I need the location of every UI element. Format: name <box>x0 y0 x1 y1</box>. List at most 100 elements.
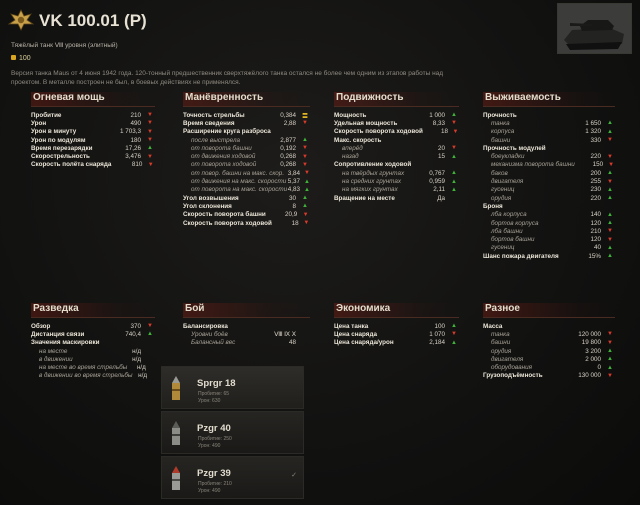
stat-row: Макс. скорость <box>334 136 459 144</box>
gold-coin-icon <box>11 55 16 60</box>
arrow-up-icon: ▲ <box>607 220 613 226</box>
arrow-down-icon: ▼ <box>147 112 153 119</box>
stat-label: вперёд <box>342 144 363 152</box>
stat-label: Расширение круга разброса <box>183 128 271 136</box>
stat-label: Скорость поворота башни <box>183 211 266 219</box>
arrow-down-icon: ▼ <box>302 153 308 160</box>
stat-value: 330 <box>590 136 601 144</box>
stat-label: гусениц <box>491 244 515 252</box>
stat-label: Балансировка <box>183 322 228 330</box>
section-recon: Разведка Обзор 370 ▼ Дистанция связи 740,4 ▲ Зн… <box>31 303 155 380</box>
section-title: Экономика <box>334 303 459 318</box>
arrow-up-icon: ▲ <box>607 244 613 251</box>
stat-label: на месте <box>39 347 68 355</box>
stat-value: 1 703,3 <box>119 128 141 136</box>
arrow-up-icon: ▲ <box>607 195 613 202</box>
arrow-up-icon: ▲ <box>607 128 613 135</box>
stat-value: 150 <box>592 161 604 169</box>
section-speed: Подвижность Мощность 1 000 ▲ Удельная мощнос… <box>334 92 459 202</box>
stat-label: Обзор <box>31 322 51 330</box>
stat-value: 8 <box>292 202 296 210</box>
arrow-down-icon: ▼ <box>607 236 613 243</box>
stat-value: 3,84 <box>287 169 301 177</box>
stat-row: Урон по модулям 180 ▼ <box>31 136 155 144</box>
arrow-down-icon: ▼ <box>607 137 613 144</box>
arrow-up-icon: ▲ <box>451 323 457 330</box>
section-title: Разведка <box>31 303 155 318</box>
arrow-up-icon: ▲ <box>451 186 457 193</box>
stat-row: Цена танка 100 ▲ <box>334 322 459 330</box>
stat-value: 140 <box>590 211 601 219</box>
arrow-down-icon: ▼ <box>302 145 308 152</box>
stat-label: Шанс пожара двигателя <box>483 252 559 260</box>
stat-value: 200 <box>590 169 601 177</box>
shell-card[interactable]: Pzgr 39 Пробитие: 210 Урон: 490 ✓ <box>161 456 304 499</box>
shell-card[interactable]: Sprgr 18 Пробитие: 65 Урон: 630 <box>161 366 304 409</box>
stat-value: Да <box>437 194 445 202</box>
stat-label: от движения ходовой <box>191 153 256 161</box>
stat-label: Макс. скорость <box>334 136 382 144</box>
price-value: 100 <box>19 55 31 62</box>
arrow-down-icon: ▼ <box>304 170 310 177</box>
arrow-down-icon: ▼ <box>303 220 310 226</box>
stat-value: 2 000 <box>585 355 601 363</box>
shell-icon <box>172 466 180 490</box>
stat-label: баков <box>491 169 508 177</box>
shell-name: Pzgr 39 <box>197 468 231 479</box>
stat-label: Значения маскировки <box>31 339 100 347</box>
stat-row: Балансировка <box>183 322 310 330</box>
section-title: Выживаемость <box>483 92 615 107</box>
arrow-up-icon: ▲ <box>304 186 310 193</box>
stat-label: на мягких грунтах <box>342 186 398 194</box>
stat-label: на твёрдых грунтах <box>342 169 405 177</box>
shell-name: Sprgr 18 <box>197 378 236 389</box>
stat-label: двигателя <box>491 178 524 186</box>
shell-detail-1: Пробитие: 65 <box>198 391 230 397</box>
stat-label: в движении во время стрельбы <box>39 372 133 380</box>
section-misc: Разное Масса танка 120 000 ▼ башни 19 800 ▼ оруд… <box>483 303 615 380</box>
stat-value: 40 <box>593 244 601 252</box>
tank-preview-image <box>557 3 632 54</box>
stat-label: Прочность модулей <box>483 144 546 152</box>
stat-value: 0,767 <box>429 169 445 177</box>
stat-row: от поворота на макс. скорости 4,83 ▲ <box>183 186 310 194</box>
stat-value: 15 <box>437 153 445 161</box>
stat-value: 100 <box>434 322 445 330</box>
shell-detail-2: Урон: 630 <box>198 398 221 404</box>
stat-row: боеукладки 220 ▼ <box>483 152 615 160</box>
shell-icon <box>172 421 180 445</box>
stat-value: 220 <box>590 153 601 161</box>
stat-label: Цена снаряда <box>334 330 377 338</box>
stat-row: гусениц 40 ▲ <box>483 244 615 252</box>
shells-panel: Sprgr 18 Пробитие: 65 Урон: 630 Pzgr 40 … <box>161 366 304 501</box>
stat-row: от движения на макс. скорости 5,37 ▲ <box>183 177 310 185</box>
shell-card[interactable]: Pzgr 40 Пробитие: 250 Урон: 490 <box>161 411 304 454</box>
section-title: Огневая мощь <box>31 92 155 107</box>
stat-value: 3 200 <box>585 347 601 355</box>
arrow-up-icon: ▲ <box>304 178 310 185</box>
stat-row: двигателя 255 ▼ <box>483 177 615 185</box>
stat-row: Балансный вес 48 <box>183 339 310 347</box>
stat-label: двигателя <box>491 355 524 363</box>
stat-label: Урон <box>31 119 47 127</box>
stat-label: Скорострельность <box>31 153 90 161</box>
arrow-down-icon: ▼ <box>147 128 153 135</box>
stat-value: 370 <box>130 322 141 330</box>
stat-row: Урон 490 ▼ <box>31 119 155 127</box>
arrow-up-icon: ▲ <box>607 348 613 355</box>
stat-label: Вращение на месте <box>334 194 395 202</box>
tank-subtitle: Тяжёлый танк Ⅷ уровня (элитный) <box>11 42 118 49</box>
stat-label: Сопротивление ходовой <box>334 161 412 169</box>
stat-label: в движении <box>39 355 73 363</box>
stat-value: 0,384 <box>280 111 296 119</box>
stat-label: назад <box>342 153 359 161</box>
stat-row: башни 330 ▼ <box>483 136 615 144</box>
stat-row: танка 1 650 ▲ <box>483 119 615 127</box>
stat-value: 230 <box>590 186 601 194</box>
stat-row: орудия 220 ▲ <box>483 194 615 202</box>
tank-price: 100 <box>11 55 31 62</box>
stat-row: в движении во время стрельбы н/д <box>31 372 155 380</box>
stat-row: Цена снаряда 1 070 ▼ <box>334 330 459 338</box>
stat-label: танка <box>491 330 510 338</box>
stat-label: Угол возвышения <box>183 194 239 202</box>
